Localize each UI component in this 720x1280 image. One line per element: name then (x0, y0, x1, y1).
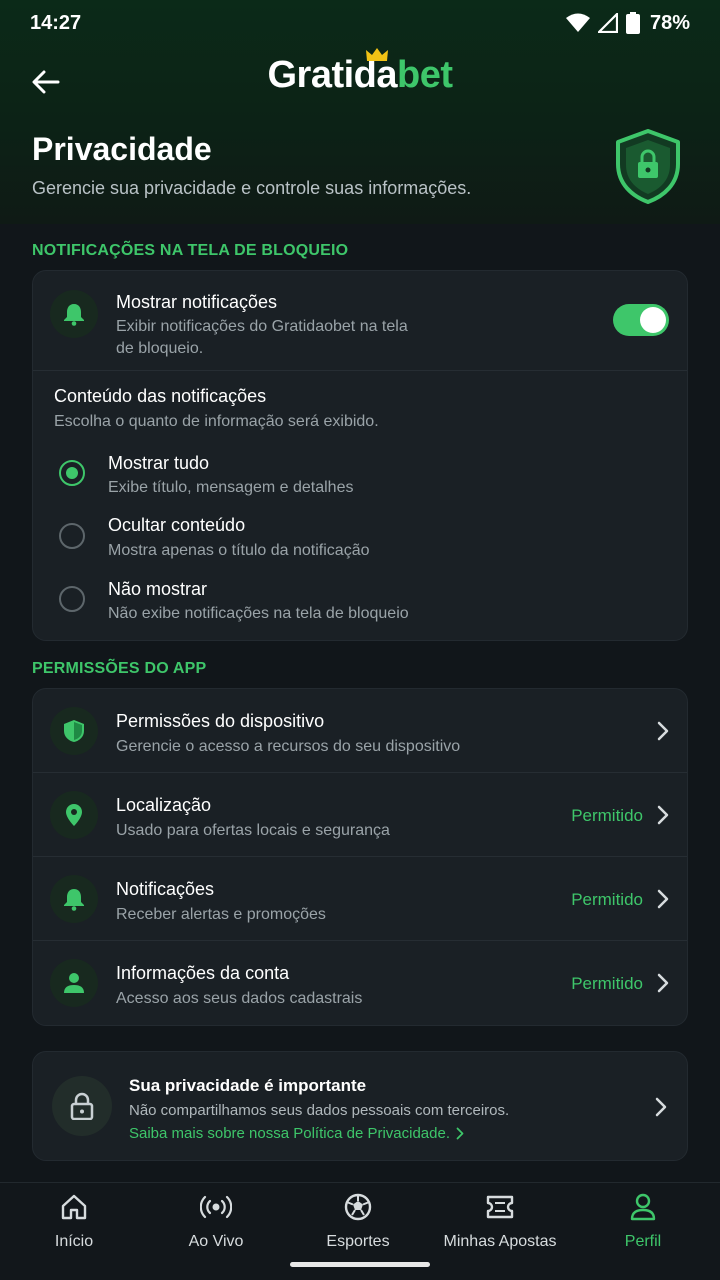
show-notifications-title: Mostrar notificações (116, 292, 278, 312)
nav-item-sports[interactable]: Esportes (286, 1183, 430, 1265)
section-label-permissions: PERMISSÕES DO APP (32, 660, 207, 677)
option-do-not-show-subtitle: Não exibe notificações na tela de bloque… (108, 605, 409, 622)
permission-subtitle: Receber alertas e promoções (116, 906, 326, 923)
battery-percent: 78% (649, 11, 690, 34)
radio-hide-content[interactable] (59, 523, 85, 549)
permission-subtitle: Acesso aos seus dados cadastrais (116, 990, 363, 1007)
nav-label: Ao Vivo (188, 1233, 244, 1250)
option-hide-content-subtitle: Mostra apenas o título da notificação (108, 542, 370, 559)
permission-title: Informações da conta (116, 963, 290, 983)
shield-check-icon (64, 720, 84, 742)
soccer-ball-icon (344, 1193, 372, 1221)
privacy-card-subtitle: Não compartilhamos seus dados pessoais c… (129, 1102, 510, 1119)
chevron-right-icon (657, 721, 669, 741)
page-subtitle: Gerencie sua privacidade e controle suas… (32, 178, 472, 198)
permission-title: Localização (116, 795, 212, 815)
permission-subtitle: Usado para ofertas locais e segurança (116, 822, 390, 839)
nav-label: Esportes (326, 1233, 390, 1250)
status-time: 14:27 (30, 11, 82, 34)
ticket-icon (486, 1195, 514, 1219)
permission-title: Permissões do dispositivo (116, 711, 325, 731)
home-icon (61, 1194, 87, 1220)
chevron-right-icon (657, 973, 669, 993)
nav-label: Início (54, 1233, 94, 1250)
chevron-right-icon (655, 1097, 667, 1117)
signal-icon (597, 13, 618, 33)
bell-icon-circle (50, 290, 98, 338)
person-icon-circle (50, 959, 98, 1007)
bell-icon (64, 304, 84, 326)
permission-status: Permitido (571, 974, 643, 993)
bell-icon-circle (50, 875, 98, 923)
option-show-all-title: Mostrar tudo (108, 453, 210, 473)
option-show-all-subtitle: Exibe título, mensagem e detalhes (108, 479, 354, 496)
permission-title: Notificações (116, 879, 215, 899)
top-app-bar: Gratidabet (0, 46, 720, 118)
notification-content-title: Conteúdo das notificações (54, 386, 267, 406)
location-icon-circle (50, 791, 98, 839)
permission-row-account[interactable]: Informações da conta Acesso aos seus dad… (33, 941, 687, 1024)
radio-show-all[interactable] (59, 460, 85, 486)
permission-row-location[interactable]: Localização Usado para ofertas locais e … (33, 773, 687, 856)
battery-icon (625, 12, 640, 34)
option-hide-content-title: Ocultar conteúdo (108, 515, 246, 535)
status-icons: 78% (565, 11, 690, 35)
divider (33, 370, 687, 371)
option-do-not-show-title: Não mostrar (108, 579, 208, 599)
shield-lock-icon (616, 129, 680, 204)
nav-item-live[interactable]: Ao Vivo (144, 1183, 288, 1265)
lock-icon-circle (52, 1076, 112, 1136)
privacy-info-card[interactable]: Sua privacidade é importante Não compart… (32, 1051, 688, 1161)
chevron-right-small-icon (456, 1127, 464, 1140)
nav-item-my-bets[interactable]: Minhas Apostas (428, 1183, 572, 1265)
privacy-policy-link-text: Saiba mais sobre nossa Política de Priva… (129, 1125, 451, 1142)
live-broadcast-icon (200, 1195, 232, 1219)
show-notifications-subtitle-2: de bloqueio. (116, 340, 204, 357)
permission-status: Permitido (571, 806, 643, 825)
permission-row-device[interactable]: Permissões do dispositivo Gerencie o ace… (33, 689, 687, 772)
chevron-right-icon (657, 805, 669, 825)
page-title: Privacidade (32, 131, 212, 167)
lock-icon (70, 1092, 94, 1120)
home-indicator (290, 1262, 430, 1267)
permissions-card: Permissões do dispositivo Gerencie o ace… (32, 688, 688, 1026)
status-bar: 14:27 78% (0, 0, 720, 46)
chevron-right-icon (657, 889, 669, 909)
toggle-knob (640, 307, 666, 333)
nav-label: Perfil (624, 1233, 662, 1250)
shield-icon-circle (50, 707, 98, 755)
permission-status: Permitido (571, 890, 643, 909)
show-notifications-toggle[interactable] (613, 304, 669, 336)
profile-icon (630, 1193, 656, 1221)
show-notifications-subtitle-1: Exibir notificações do Gratidaobet na te… (116, 318, 408, 335)
nav-label: Minhas Apostas (443, 1233, 557, 1250)
permission-subtitle: Gerencie o acesso a recursos do seu disp… (116, 738, 461, 755)
bell-icon (64, 889, 84, 911)
nav-item-home[interactable]: Início (2, 1183, 146, 1265)
location-pin-icon (66, 804, 82, 826)
privacy-card-title: Sua privacidade é importante (129, 1076, 367, 1095)
person-icon (64, 973, 84, 993)
lock-screen-card: Mostrar notificações Exibir notificações… (32, 270, 688, 641)
radio-do-not-show[interactable] (59, 586, 85, 612)
notification-content-subtitle: Escolha o quanto de informação será exib… (54, 413, 379, 430)
app-logo: Gratidabet (0, 48, 720, 97)
section-label-lock-screen: NOTIFICAÇÕES NA TELA DE BLOQUEIO (32, 242, 349, 259)
logo-text-green: bet (397, 54, 453, 96)
nav-item-profile[interactable]: Perfil (571, 1183, 715, 1265)
wifi-icon (565, 13, 590, 32)
privacy-policy-link[interactable]: Saiba mais sobre nossa Política de Priva… (129, 1125, 464, 1142)
permission-row-notifications[interactable]: Notificações Receber alertas e promoções… (33, 857, 687, 940)
crown-icon (366, 48, 389, 61)
